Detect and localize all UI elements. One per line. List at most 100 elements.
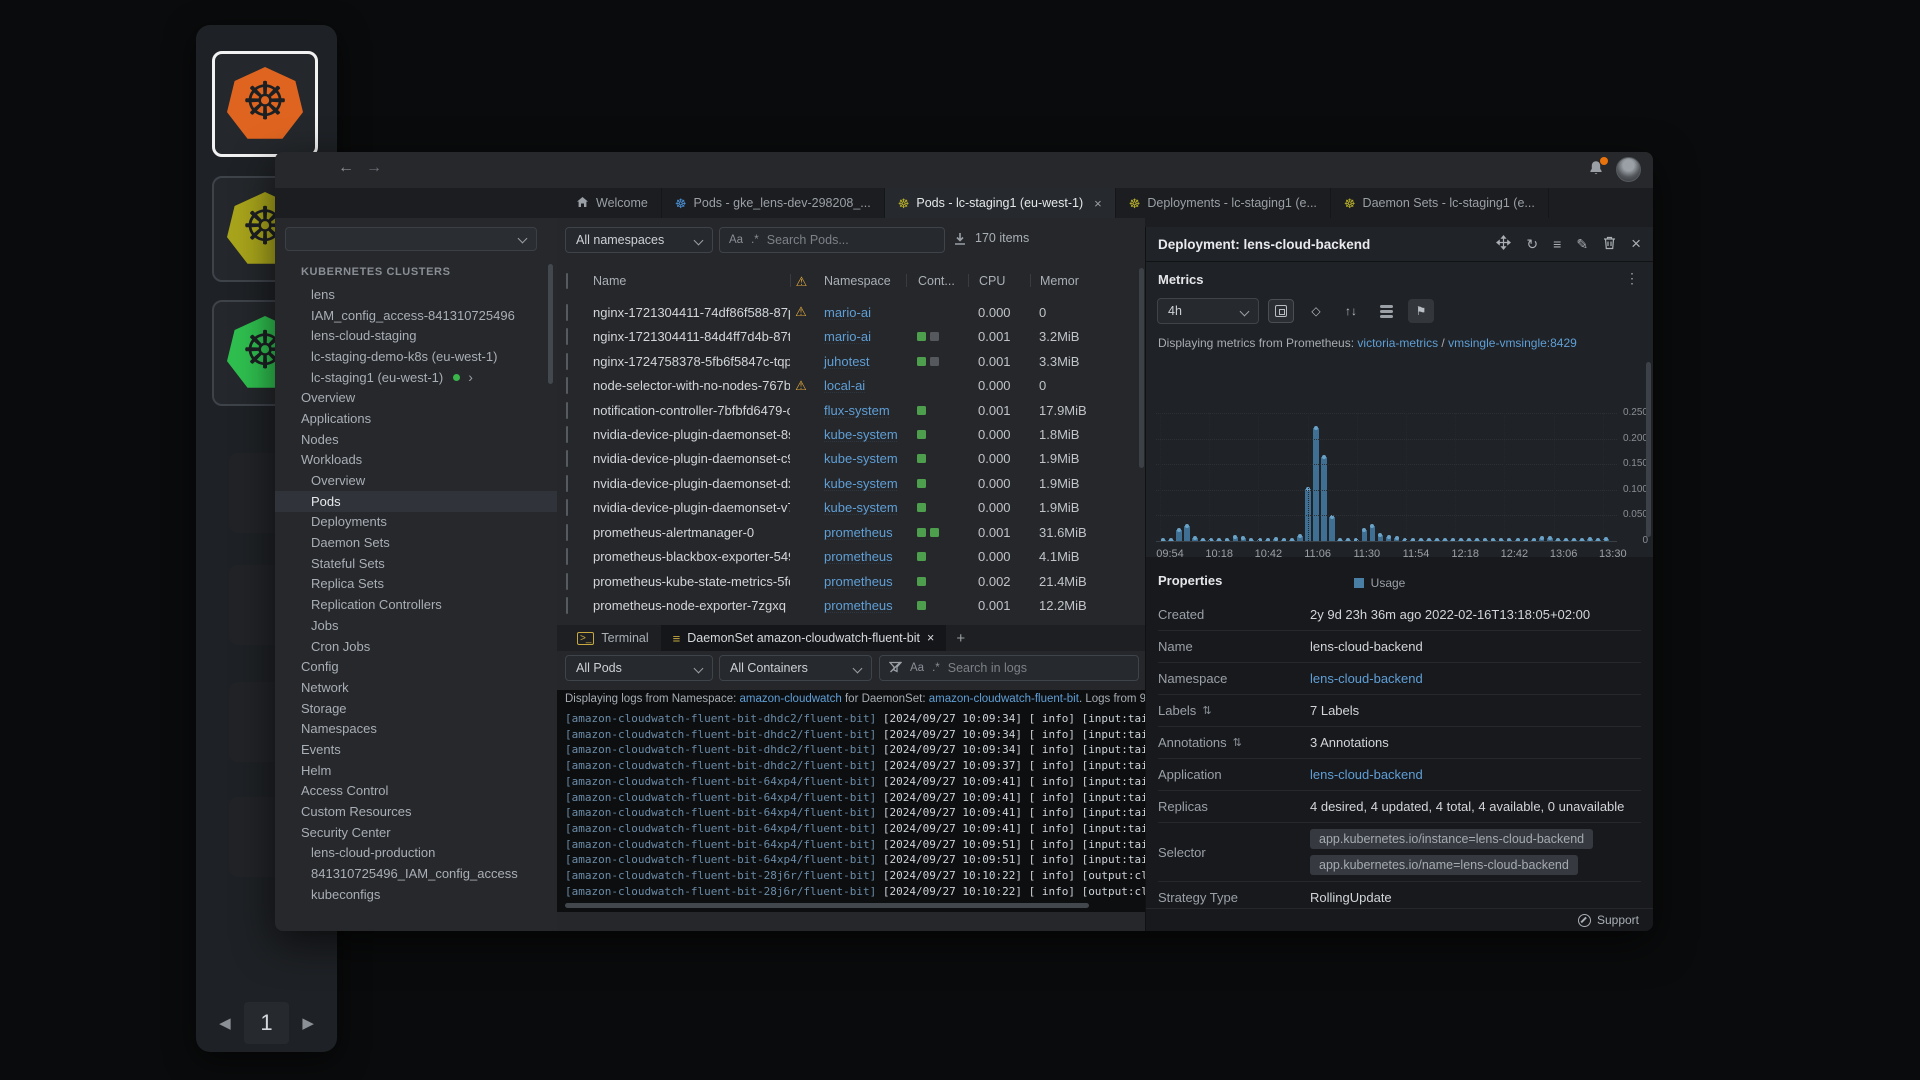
row-checkbox[interactable] (557, 305, 587, 320)
sidebar-item-iam-config-access-841310725496[interactable]: IAM_config_access-841310725496 (275, 305, 557, 326)
regex-icon[interactable]: .* (932, 662, 940, 674)
row-checkbox[interactable] (557, 525, 587, 540)
notifications-bell-icon[interactable] (1587, 159, 1609, 181)
sidebar-item-replication-controllers[interactable]: Replication Controllers (275, 594, 557, 615)
row-checkbox[interactable] (557, 476, 587, 491)
sidebar-item-lens[interactable]: lens (275, 284, 557, 305)
sidebar-item-841310725496-iam-config-access[interactable]: 841310725496_IAM_config_access (275, 863, 557, 884)
column-header-namespace[interactable]: Namespace (812, 274, 906, 288)
log-search-input[interactable]: Aa .* Search in logs (879, 655, 1139, 681)
drawer-scrollbar[interactable] (1646, 362, 1651, 537)
namespace-link[interactable]: prometheus (824, 574, 893, 589)
filter-off-icon[interactable] (889, 661, 902, 676)
sidebar-item-helm[interactable]: Helm (275, 760, 557, 781)
flag-button[interactable]: ⚑ (1408, 299, 1434, 323)
table-row[interactable]: notification-controller-7bfbfd6479-cbl5r… (557, 398, 1142, 422)
table-row[interactable]: nginx-1721304411-74df86f588-87p55⚠mario-… (557, 300, 1142, 324)
column-header-warnings[interactable]: ⚠ (790, 274, 812, 287)
table-row[interactable]: nginx-1724758378-5fb6f5847c-tqpx7juhotes… (557, 349, 1142, 373)
column-header-name[interactable]: Name (587, 274, 790, 288)
table-row[interactable]: nvidia-device-plugin-daemonset-c969tkube… (557, 447, 1142, 471)
sidebar-item-lens-cloud-production[interactable]: lens-cloud-production (275, 843, 557, 864)
namespace-filter-select[interactable]: All namespaces (565, 227, 713, 253)
sidebar-item-access-control[interactable]: Access Control (275, 781, 557, 802)
move-icon[interactable] (1496, 235, 1511, 253)
sidebar-item-namespaces[interactable]: Namespaces (275, 718, 557, 739)
table-scrollbar[interactable] (1139, 268, 1144, 468)
sidebar-item-applications[interactable]: Applications (275, 408, 557, 429)
dock-tab-terminal[interactable]: >_Terminal (565, 625, 661, 651)
logs-menu-icon[interactable]: ≡ (1553, 236, 1561, 252)
sidebar-item-lc-staging-demo-k8s-eu-west-1-[interactable]: lc-staging-demo-k8s (eu-west-1) (275, 346, 557, 367)
sidebar-item-replica-sets[interactable]: Replica Sets (275, 574, 557, 595)
select-all-checkbox[interactable] (557, 274, 587, 288)
close-icon[interactable]: × (1631, 234, 1641, 254)
table-row[interactable]: prometheus-alertmanager-0prometheus0.001… (557, 520, 1142, 544)
sidebar-top-dropdown[interactable] (285, 227, 537, 251)
nav-forward-button[interactable]: → (363, 159, 385, 177)
row-checkbox[interactable] (557, 427, 587, 442)
add-dock-tab-button[interactable]: + (946, 625, 975, 651)
sidebar-item-security-center[interactable]: Security Center (275, 822, 557, 843)
tag-icon[interactable]: ◇ (1303, 299, 1329, 323)
metrics-source-link2[interactable]: vmsingle-vmsingle:8429 (1448, 336, 1577, 350)
refresh-icon[interactable]: ↻ (1526, 236, 1538, 253)
close-tab-icon[interactable]: × (1094, 196, 1102, 211)
sidebar-item-nodes[interactable]: Nodes (275, 429, 557, 450)
close-tab-icon[interactable]: × (927, 631, 934, 645)
sidebar-item-deployments[interactable]: Deployments (275, 512, 557, 533)
row-checkbox[interactable] (557, 354, 587, 369)
namespace-link[interactable]: kube-system (824, 451, 898, 466)
sidebar-item-cron-jobs[interactable]: Cron Jobs (275, 636, 557, 657)
sidebar-item-lens-cloud-staging[interactable]: lens-cloud-staging (275, 325, 557, 346)
namespace-link[interactable]: juhotest (824, 354, 870, 369)
user-avatar[interactable] (1616, 157, 1641, 182)
sidebar-item-daemon-sets[interactable]: Daemon Sets (275, 532, 557, 553)
table-row[interactable]: nvidia-device-plugin-daemonset-v7sc6kube… (557, 496, 1142, 520)
row-checkbox[interactable] (557, 574, 587, 589)
metrics-range-select[interactable]: 4h (1157, 298, 1259, 324)
sidebar-scrollbar[interactable] (548, 264, 553, 384)
table-row[interactable]: prometheus-kube-state-metrics-5fd974prom… (557, 569, 1142, 593)
nav-back-button[interactable]: ← (335, 159, 357, 177)
table-row[interactable]: nginx-1721304411-84d4ff7d4b-87tk9mario-a… (557, 324, 1142, 348)
match-case-icon[interactable]: Aa (729, 234, 743, 246)
row-checkbox[interactable] (557, 451, 587, 466)
row-checkbox[interactable] (557, 598, 587, 613)
sidebar-item-kubeconfigs[interactable]: kubeconfigs (275, 884, 557, 905)
namespace-link[interactable]: kube-system (824, 500, 898, 515)
sort-updown-icon[interactable]: ↑↓ (1338, 299, 1364, 323)
edit-icon[interactable]: ✎ (1576, 236, 1588, 253)
sidebar-item-overview[interactable]: Overview (275, 387, 557, 408)
sidebar-item-overview[interactable]: Overview (275, 470, 557, 491)
table-row[interactable]: prometheus-blackbox-exporter-549dcdprome… (557, 545, 1142, 569)
column-header-memory[interactable]: Memor (1030, 274, 1142, 287)
tab-welcome[interactable]: Welcome (563, 188, 662, 218)
namespace-link[interactable]: mario-ai (824, 305, 871, 320)
sidebar-item-custom-resources[interactable]: Custom Resources (275, 801, 557, 822)
sidebar-item-storage[interactable]: Storage (275, 698, 557, 719)
chevron-right-icon[interactable]: › (468, 369, 473, 385)
match-case-icon[interactable]: Aa (910, 662, 924, 674)
tab-pods-lc-staging1-eu-west-1-[interactable]: ☸Pods - lc-staging1 (eu-west-1)× (885, 188, 1116, 218)
table-row[interactable]: node-selector-with-no-nodes-767b9d68⚠loc… (557, 373, 1142, 397)
namespace-link[interactable]: prometheus (824, 549, 893, 564)
property-value[interactable]: lens-cloud-backend (1310, 671, 1423, 686)
sort-icon[interactable]: ⇅ (1233, 736, 1242, 749)
cpu-metric-button[interactable] (1268, 299, 1294, 323)
property-value[interactable]: lens-cloud-backend (1310, 767, 1423, 782)
namespace-link[interactable]: prometheus (824, 598, 893, 613)
sidebar-item-pods[interactable]: Pods (275, 491, 557, 512)
tab-deployments-lc-staging1-e-[interactable]: ☸Deployments - lc-staging1 (e... (1116, 188, 1331, 218)
log-container-filter-select[interactable]: All Containers (719, 655, 872, 681)
sidebar-item-network[interactable]: Network (275, 677, 557, 698)
kebab-menu-icon[interactable]: ⋮ (1625, 270, 1639, 287)
layers-icon[interactable] (1373, 299, 1399, 323)
column-header-containers[interactable]: Cont... (906, 274, 968, 287)
row-checkbox[interactable] (557, 500, 587, 515)
namespace-link[interactable]: mario-ai (824, 329, 871, 344)
sort-icon[interactable]: ⇅ (1202, 704, 1211, 717)
support-link[interactable]: Support (1597, 913, 1639, 927)
pods-search-input[interactable]: Aa .* Search Pods... (719, 227, 945, 253)
sidebar-item-events[interactable]: Events (275, 739, 557, 760)
